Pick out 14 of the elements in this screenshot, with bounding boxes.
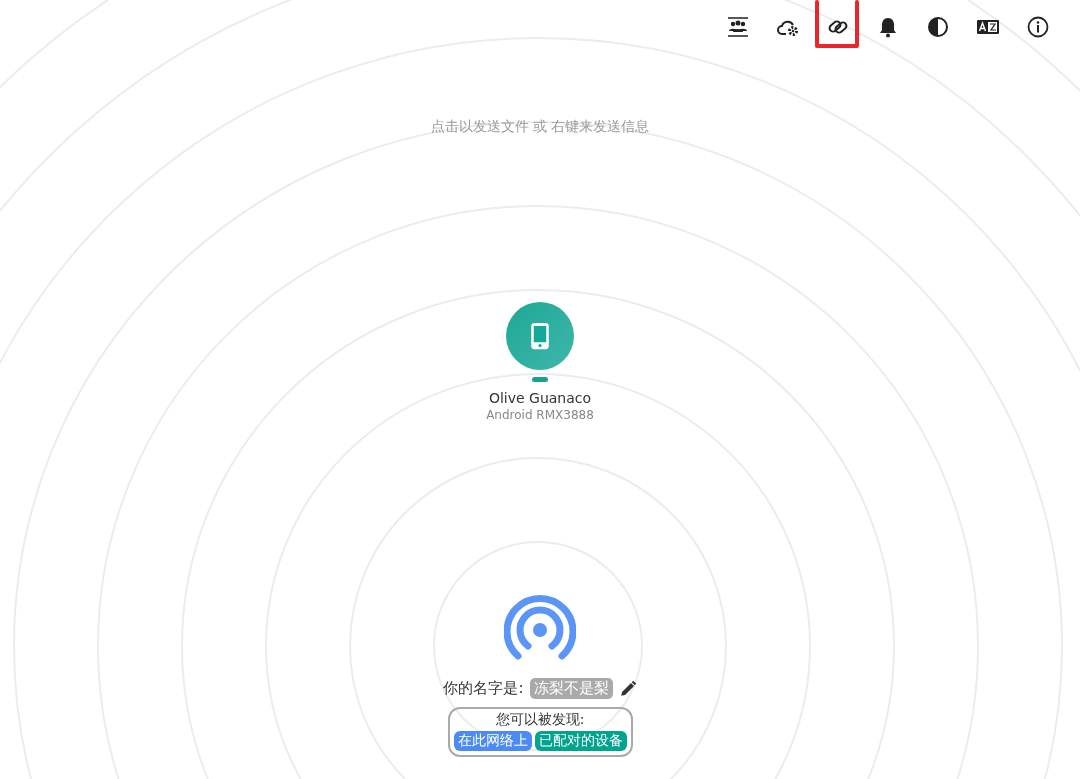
discovery-label: 您可以被发现: <box>495 711 585 729</box>
hint-text: 点击以发送文件 或 右键来发送信息 <box>430 118 650 136</box>
status-bar <box>532 377 548 382</box>
device-model: Android RMX3888 <box>486 408 594 422</box>
highlight-mark <box>814 0 862 50</box>
discovery-badge[interactable]: 已配对的设备 <box>534 731 627 751</box>
device-name-field[interactable]: 冻梨不是梨 <box>529 678 613 699</box>
device-name: Olive Guanaco <box>488 390 592 406</box>
name-label: 你的名字是: <box>443 679 524 698</box>
discovery-badge[interactable]: 在此网络上 <box>453 731 532 751</box>
pencil-icon[interactable] <box>618 679 637 698</box>
info-icon <box>1026 15 1050 39</box>
contrast-icon <box>926 15 950 39</box>
people-icon <box>726 15 750 39</box>
